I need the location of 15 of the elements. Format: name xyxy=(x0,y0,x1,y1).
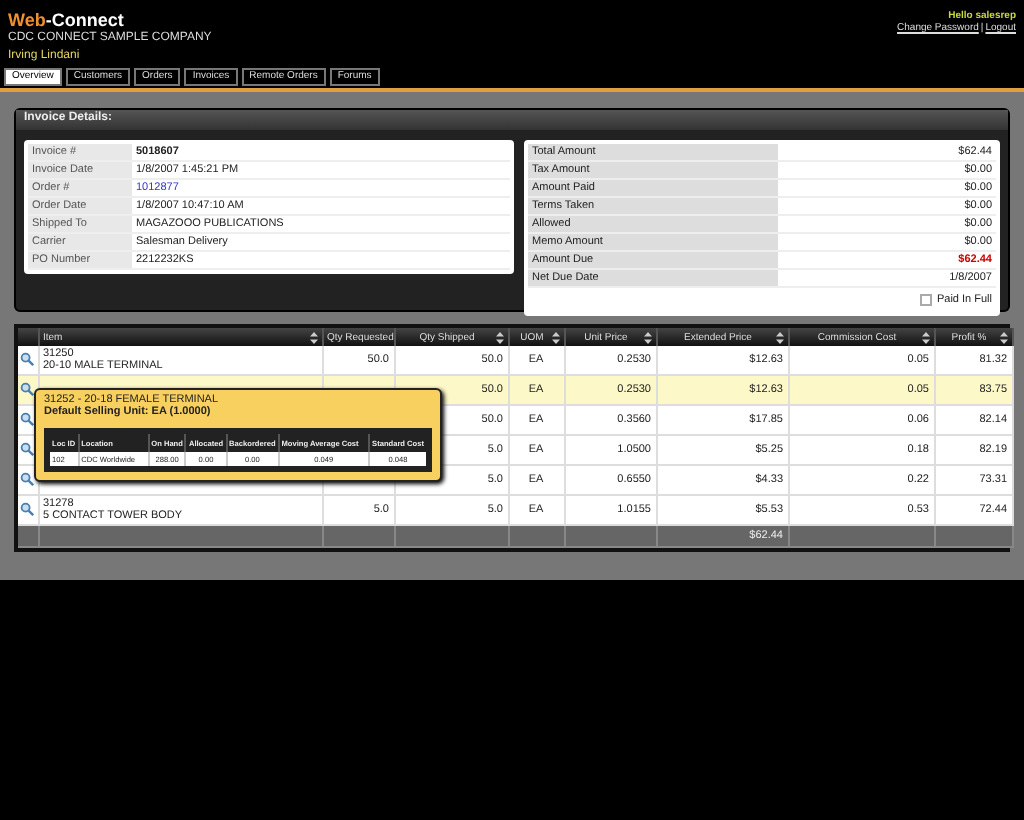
sort-icon xyxy=(495,331,503,343)
logo: Web-Connect xyxy=(6,10,126,30)
sort-icon xyxy=(643,331,651,343)
sort-icon xyxy=(999,331,1007,343)
search-icon[interactable] xyxy=(20,381,34,395)
sort-icon xyxy=(775,331,783,343)
search-icon[interactable] xyxy=(20,411,34,425)
search-icon[interactable] xyxy=(20,441,34,455)
search-icon[interactable] xyxy=(20,501,34,515)
checkbox[interactable] xyxy=(920,294,933,306)
sort-icon xyxy=(551,331,559,343)
search-icon[interactable] xyxy=(20,351,34,365)
sort-icon xyxy=(921,331,929,343)
search-icon[interactable] xyxy=(20,471,34,485)
sort-icon xyxy=(309,331,317,343)
